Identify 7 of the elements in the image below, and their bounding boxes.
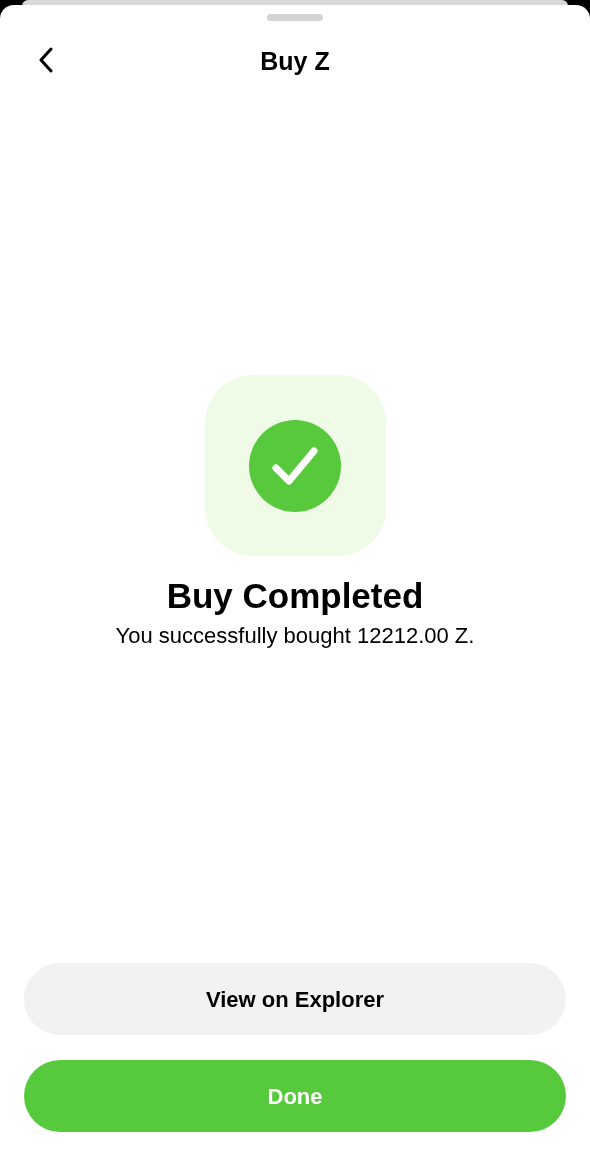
checkmark-icon bbox=[249, 419, 341, 512]
grabber-handle[interactable] bbox=[267, 14, 323, 21]
screen-title: Buy Z bbox=[260, 46, 330, 78]
result-title: Buy Completed bbox=[166, 575, 424, 617]
explorer-button[interactable]: View on Explorer bbox=[24, 963, 566, 1035]
back-icon bbox=[38, 47, 54, 73]
result-message: You successfully bought 12212.00 Z. bbox=[115, 622, 475, 650]
